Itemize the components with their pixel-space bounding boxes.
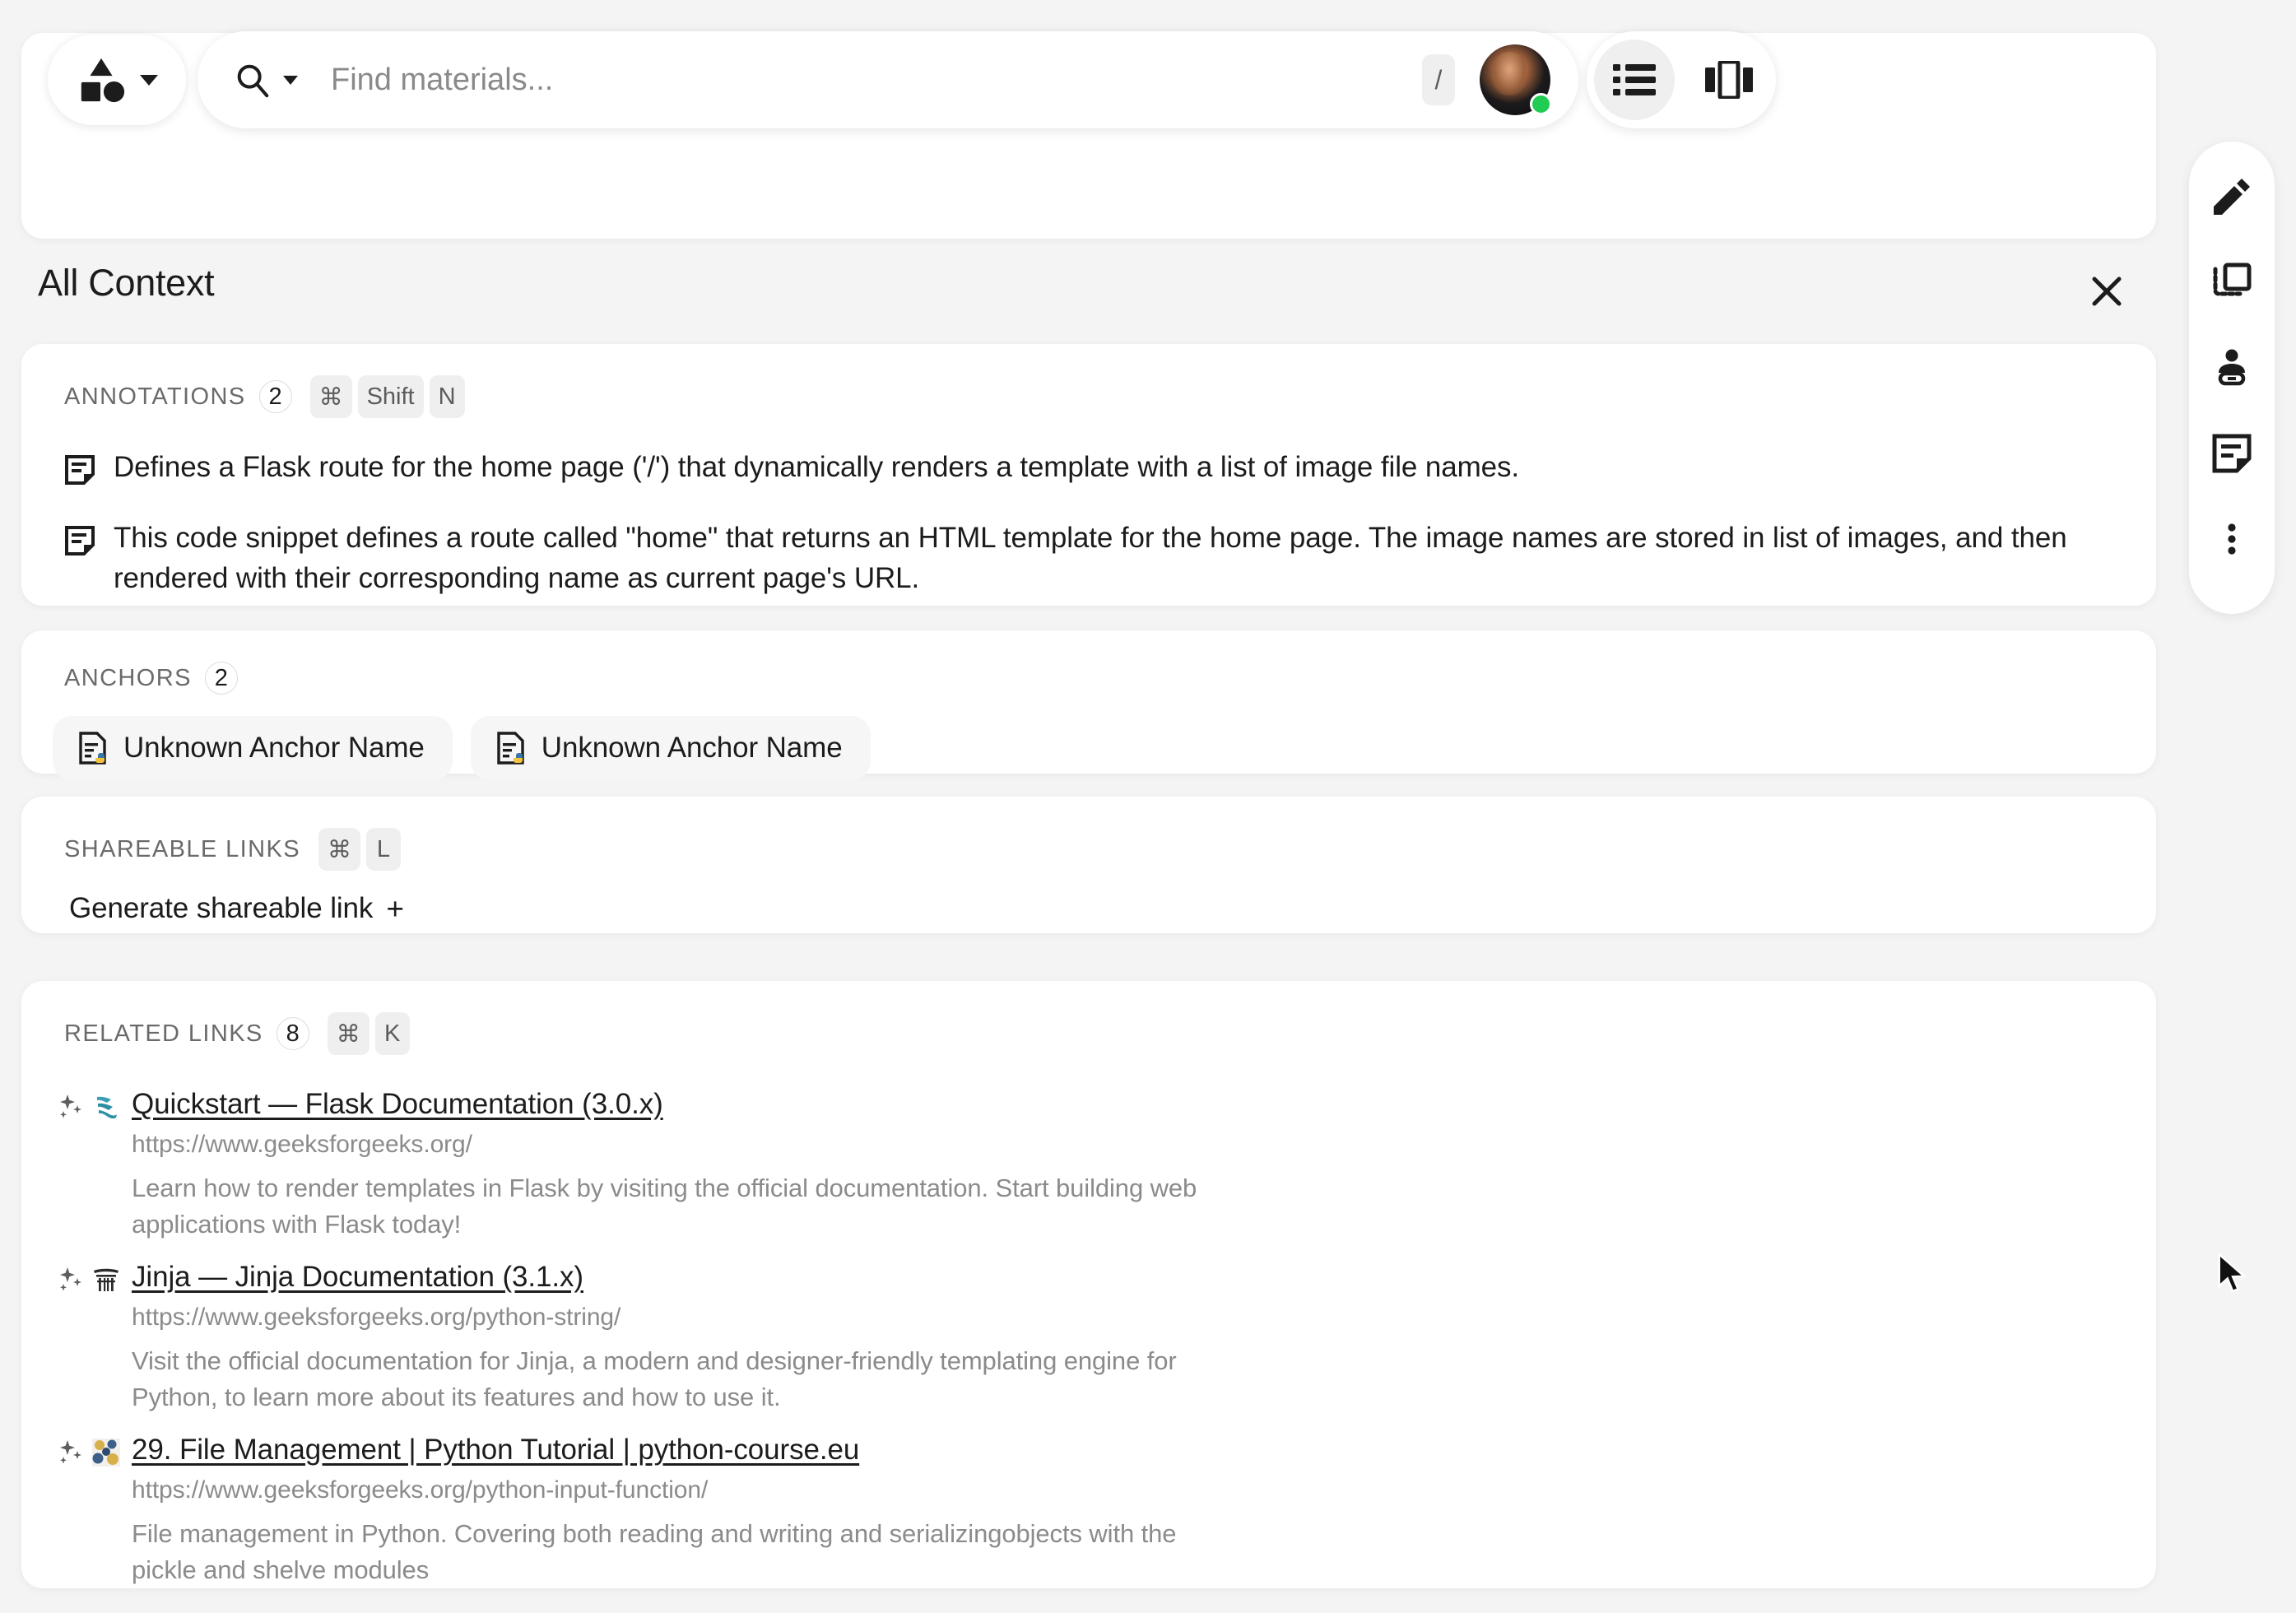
shareable-links-label: SHAREABLE LINKS <box>64 836 300 863</box>
link-description: Visit the official documentation for Jin… <box>132 1343 1234 1415</box>
more-button[interactable] <box>2196 504 2267 574</box>
annotation-item[interactable]: This code snippet defines a route called… <box>21 518 2156 598</box>
plus-icon: + <box>386 894 404 924</box>
anchors-section-header: ANCHORS 2 <box>21 630 2156 695</box>
shareable-links-shortcut: ⌘ L <box>318 828 401 871</box>
close-button[interactable] <box>2084 268 2130 314</box>
annotation-text: This code snippet defines a route called… <box>114 518 2107 598</box>
anchor-chip[interactable]: Unknown Anchor Name <box>53 716 453 780</box>
jinja-favicon <box>92 1266 120 1294</box>
python-file-icon <box>495 732 527 765</box>
view-toggle-group <box>1587 31 1776 128</box>
link-item-icons <box>58 1261 125 1294</box>
carousel-view-icon <box>1705 61 1753 99</box>
anchor-chip-label: Unknown Anchor Name <box>541 732 843 765</box>
kbd-cmd: ⌘ <box>310 375 352 418</box>
anchor-chip[interactable]: Unknown Anchor Name <box>471 716 871 780</box>
note-icon <box>64 525 95 556</box>
annotation-text: Defines a Flask route for the home page … <box>114 448 1519 487</box>
search-shortcut-key: / <box>1422 54 1455 105</box>
page-title: All Context <box>38 262 214 304</box>
annotation-item[interactable]: Defines a Flask route for the home page … <box>21 448 2156 487</box>
kbd-shift: Shift <box>358 375 424 418</box>
python-course-favicon <box>92 1439 120 1467</box>
edit-button[interactable] <box>2196 161 2267 232</box>
annotations-section-header: ANNOTATIONS 2 ⌘ Shift N <box>21 344 2156 418</box>
related-links-section-header: RELATED LINKS 8 ⌘ K <box>21 981 2156 1055</box>
kbd-cmd: ⌘ <box>318 828 360 871</box>
app-logo-button[interactable] <box>48 35 186 125</box>
sparkle-icon <box>58 1094 84 1120</box>
sparkle-icon <box>58 1267 84 1293</box>
link-item-icons <box>58 1434 125 1467</box>
more-vertical-icon <box>2210 518 2253 560</box>
kbd-k: K <box>375 1012 410 1055</box>
search-input[interactable] <box>331 63 1422 98</box>
related-links-card: RELATED LINKS 8 ⌘ K <box>21 981 2156 1588</box>
logo-chevron-down-icon[interactable] <box>140 75 158 86</box>
shareable-links-section-header: SHAREABLE LINKS ⌘ L <box>21 797 2156 871</box>
sparkle-icon <box>58 1439 84 1466</box>
related-links-count: 8 <box>277 1017 309 1050</box>
duplicate-button[interactable] <box>2196 247 2267 318</box>
generate-shareable-link-label: Generate shareable link <box>69 892 373 925</box>
search-chevron-down-icon[interactable] <box>283 76 298 85</box>
note-icon <box>64 454 95 486</box>
kbd-l: L <box>366 828 401 871</box>
link-title[interactable]: 29. File Management | Python Tutorial | … <box>132 1434 859 1467</box>
generate-shareable-link-button[interactable]: Generate shareable link + <box>21 871 2156 925</box>
annotations-card: ANNOTATIONS 2 ⌘ Shift N Defines a Flask … <box>21 344 2156 606</box>
close-icon <box>2090 275 2123 308</box>
annotations-count: 2 <box>259 380 292 413</box>
link-url: https://www.geeksforgeeks.org/python-str… <box>132 1304 2107 1332</box>
link-item-body: Quickstart — Flask Documentation (3.0.x)… <box>125 1088 2107 1243</box>
related-links-label: RELATED LINKS <box>64 1020 263 1048</box>
mouse-cursor <box>2216 1253 2252 1295</box>
link-url: https://www.geeksforgeeks.org/ <box>132 1131 2107 1159</box>
context-panel-header: All Context <box>0 262 2156 336</box>
note-icon <box>2210 432 2253 475</box>
list-item[interactable]: 29. File Management | Python Tutorial | … <box>21 1434 2156 1588</box>
annotations-label: ANNOTATIONS <box>64 383 246 411</box>
list-view-icon <box>1613 63 1656 97</box>
pencil-icon <box>2210 175 2253 218</box>
anchors-count: 2 <box>205 662 238 695</box>
anchor-chip-label: Unknown Anchor Name <box>123 732 425 765</box>
link-description: File management in Python. Covering both… <box>132 1516 1234 1588</box>
share-person-link-icon <box>2210 346 2253 389</box>
annotate-button[interactable] <box>2196 418 2267 489</box>
shapes-logo-icon <box>76 54 127 105</box>
shareable-links-card: SHAREABLE LINKS ⌘ L Generate shareable l… <box>21 797 2156 933</box>
user-avatar-button[interactable] <box>1480 44 1550 115</box>
link-title[interactable]: Quickstart — Flask Documentation (3.0.x) <box>132 1088 663 1121</box>
link-item-icons <box>58 1088 125 1121</box>
link-title[interactable]: Jinja — Jinja Documentation (3.1.x) <box>132 1261 583 1294</box>
right-toolbar <box>2189 142 2275 614</box>
python-file-icon <box>77 732 109 765</box>
share-button[interactable] <box>2196 332 2267 403</box>
list-item[interactable]: Jinja — Jinja Documentation (3.1.x) http… <box>21 1261 2156 1415</box>
link-url: https://www.geeksforgeeks.org/python-inp… <box>132 1476 2107 1504</box>
search-bar[interactable]: / <box>198 31 1578 128</box>
view-toggle-list[interactable] <box>1594 40 1675 120</box>
kbd-n: N <box>430 375 465 418</box>
kbd-cmd: ⌘ <box>328 1012 369 1055</box>
duplicate-icon <box>2210 261 2253 304</box>
flask-favicon <box>92 1093 120 1121</box>
anchors-list: Unknown Anchor Name Unknown Anchor Name <box>21 695 2156 780</box>
annotations-shortcut: ⌘ Shift N <box>310 375 465 418</box>
anchors-label: ANCHORS <box>64 665 192 692</box>
list-item[interactable]: Quickstart — Flask Documentation (3.0.x)… <box>21 1088 2156 1243</box>
related-links-shortcut: ⌘ K <box>328 1012 410 1055</box>
link-item-body: Jinja — Jinja Documentation (3.1.x) http… <box>125 1261 2107 1415</box>
link-description: Learn how to render templates in Flask b… <box>132 1170 1234 1243</box>
anchors-card: ANCHORS 2 Unknown Anchor Name <box>21 630 2156 774</box>
search-icon[interactable] <box>234 61 272 99</box>
link-item-body: 29. File Management | Python Tutorial | … <box>125 1434 2107 1588</box>
view-toggle-carousel[interactable] <box>1689 40 1769 120</box>
related-links-list: Quickstart — Flask Documentation (3.0.x)… <box>21 1055 2156 1588</box>
status-badge <box>1530 93 1552 115</box>
app-root: / All Context <box>0 0 2296 1613</box>
